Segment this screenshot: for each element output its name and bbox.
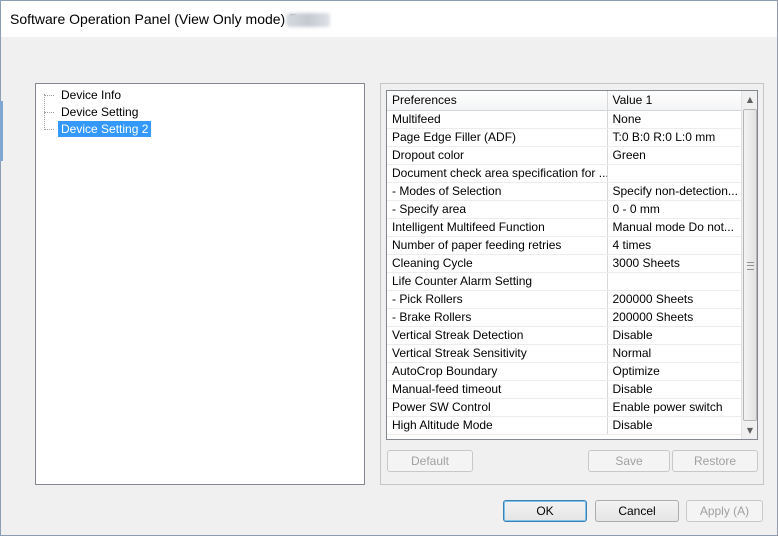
default-button[interactable]: Default (387, 450, 473, 472)
tree-item-label: Device Setting (61, 105, 139, 119)
preference-name-cell: Multifeed (387, 110, 608, 129)
table-row[interactable]: Life Counter Alarm Setting (387, 272, 744, 291)
preference-value-cell[interactable]: Normal (607, 344, 744, 363)
preference-value-cell[interactable]: Green (607, 146, 744, 165)
table-row[interactable]: Dropout color Green (387, 146, 744, 165)
preference-name-cell: AutoCrop Boundary (387, 362, 608, 381)
table-row[interactable]: Vertical Streak Sensitivity Normal (387, 344, 744, 363)
preference-value-cell[interactable]: Manual mode Do not... (607, 218, 744, 237)
table-row[interactable]: - Specify area 0 - 0 mm (387, 200, 744, 219)
cancel-button[interactable]: Cancel (595, 500, 679, 522)
preference-value-cell[interactable]: T:0 B:0 R:0 L:0 mm (607, 128, 744, 147)
preference-name-cell: Page Edge Filler (ADF) (387, 128, 608, 147)
preference-name-cell: Vertical Streak Detection (387, 326, 608, 345)
preference-value-cell[interactable]: Optimize (607, 362, 744, 381)
preference-value-cell[interactable]: Specify non-detection... (607, 182, 744, 201)
preference-name-cell: Vertical Streak Sensitivity (387, 344, 608, 363)
preference-name-cell: Power SW Control (387, 398, 608, 417)
preference-value-cell[interactable]: Enable power switch (607, 398, 744, 417)
tree-connector (44, 129, 54, 130)
save-button[interactable]: Save (588, 450, 670, 472)
preference-value-cell[interactable]: 200000 Sheets (607, 308, 744, 327)
table-row[interactable]: - Pick Rollers 200000 Sheets (387, 290, 744, 309)
table-row[interactable]: AutoCrop Boundary Optimize (387, 362, 744, 381)
preference-name-cell: Document check area specification for ..… (387, 164, 608, 183)
vertical-scrollbar[interactable]: ▲ ▼ (741, 91, 757, 439)
scroll-down-arrow-icon[interactable]: ▼ (742, 422, 757, 439)
preference-value-cell[interactable]: 200000 Sheets (607, 290, 744, 309)
preference-name-cell: Life Counter Alarm Setting (387, 272, 608, 291)
preference-name-cell: - Specify area (387, 200, 608, 219)
preferences-grid[interactable]: Preferences Value 1 Multifeed None Page Ed… (386, 90, 758, 440)
preference-name-cell: - Brake Rollers (387, 308, 608, 327)
preference-name-cell: - Pick Rollers (387, 290, 608, 309)
table-row[interactable]: Intelligent Multifeed Function Manual mod… (387, 218, 744, 237)
table-row[interactable]: Vertical Streak Detection Disable (387, 326, 744, 345)
table-row[interactable]: Cleaning Cycle 3000 Sheets (387, 254, 744, 273)
redacted-model-name (286, 13, 330, 27)
preferences-table: Preferences Value 1 Multifeed None Page Ed… (387, 91, 744, 435)
table-row[interactable]: Power SW Control Enable power switch (387, 398, 744, 417)
grip-icon (747, 262, 754, 270)
preference-name-cell: Number of paper feeding retries (387, 236, 608, 255)
tree-item-label: Device Info (61, 88, 122, 102)
table-row[interactable]: - Brake Rollers 200000 Sheets (387, 308, 744, 327)
window-title: Software Operation Panel (View Only mode… (10, 11, 301, 27)
preference-name-cell: Manual-feed timeout (387, 380, 608, 399)
preference-value-cell[interactable] (607, 164, 744, 183)
scrollbar-thumb[interactable] (743, 109, 757, 421)
preference-value-cell[interactable]: Disable (607, 326, 744, 345)
preference-value-cell[interactable]: Disable (607, 416, 744, 435)
preference-name-cell: Dropout color (387, 146, 608, 165)
column-header-value[interactable]: Value 1 (607, 91, 744, 111)
tree-connector (44, 112, 54, 113)
table-row[interactable]: High Altitude Mode Disable (387, 416, 744, 435)
restore-button[interactable]: Restore (672, 450, 758, 472)
preference-value-cell[interactable] (607, 272, 744, 291)
preference-name-cell: High Altitude Mode (387, 416, 608, 435)
table-row[interactable]: Number of paper feeding retries 4 times (387, 236, 744, 255)
settings-tree[interactable]: Device Info Device Setting Device Settin… (35, 83, 365, 485)
preference-name-cell: Intelligent Multifeed Function (387, 218, 608, 237)
table-row[interactable]: Page Edge Filler (ADF) T:0 B:0 R:0 L:0 mm (387, 128, 744, 147)
title-bar[interactable]: Software Operation Panel (View Only mode… (1, 1, 777, 37)
grid-header-row: Preferences Value 1 (387, 91, 744, 111)
preference-value-cell[interactable]: 3000 Sheets (607, 254, 744, 273)
preference-value-cell[interactable]: Disable (607, 380, 744, 399)
table-row[interactable]: Manual-feed timeout Disable (387, 380, 744, 399)
column-header-preferences[interactable]: Preferences (387, 91, 608, 111)
table-row[interactable]: - Modes of Selection Specify non-detectio… (387, 182, 744, 201)
tree-item-label-selected: Device Setting 2 (58, 121, 152, 137)
preference-value-cell[interactable]: None (607, 110, 744, 129)
preference-value-cell[interactable]: 0 - 0 mm (607, 200, 744, 219)
table-row[interactable]: Multifeed None (387, 110, 744, 129)
preference-name-cell: - Modes of Selection (387, 182, 608, 201)
apply-button[interactable]: Apply (A) (686, 500, 763, 522)
table-row[interactable]: Document check area specification for ..… (387, 164, 744, 183)
preference-name-cell: Cleaning Cycle (387, 254, 608, 273)
tree-connector-line (44, 94, 45, 128)
preference-value-cell[interactable]: 4 times (607, 236, 744, 255)
tree-connector (44, 95, 54, 96)
scroll-up-arrow-icon[interactable]: ▲ (742, 91, 757, 108)
ok-button[interactable]: OK (503, 500, 587, 522)
